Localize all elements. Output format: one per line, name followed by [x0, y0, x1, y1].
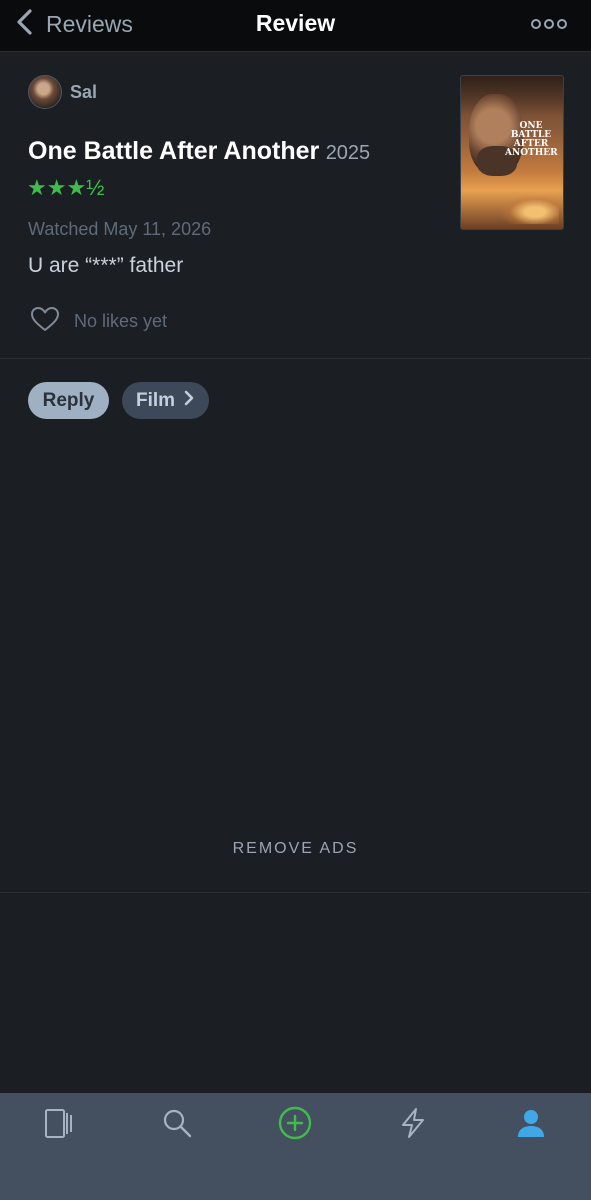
more-options-button[interactable] [531, 16, 567, 32]
poster-road [499, 194, 559, 224]
avatar[interactable] [28, 75, 62, 109]
reply-label: Reply [42, 389, 95, 411]
film-poster[interactable]: ONE BATTLE AFTER ANOTHER [460, 75, 564, 230]
like-row[interactable]: No likes yet [30, 306, 167, 337]
likes-count: No likes yet [74, 311, 168, 331]
tab-search[interactable] [157, 1105, 197, 1145]
author-name[interactable]: Sal [70, 82, 97, 103]
review-text: U are “***” father [28, 254, 184, 277]
rating-stars: ★★★½ [27, 175, 105, 200]
remove-ads-link[interactable]: REMOVE ADS [0, 840, 591, 858]
heart-icon[interactable] [30, 306, 60, 337]
top-nav-bar: Reviews Review [0, 0, 591, 52]
films-icon [42, 1106, 76, 1145]
reply-button[interactable]: Reply [28, 382, 109, 419]
chevron-right-icon [175, 389, 195, 413]
more-dot-icon [544, 19, 554, 29]
film-title[interactable]: One Battle After Another [28, 137, 319, 165]
page-title: Review [255, 10, 336, 36]
bottom-tab-bar [0, 1093, 591, 1200]
film-heading: One Battle After Another 2025 [28, 137, 370, 166]
more-dot-icon [531, 19, 541, 29]
profile-icon [514, 1106, 548, 1145]
tab-add[interactable] [275, 1105, 315, 1145]
more-dot-icon [557, 19, 567, 29]
film-label: Film [135, 389, 176, 411]
search-icon [160, 1106, 194, 1145]
film-button[interactable]: Film [122, 382, 209, 419]
tab-activity[interactable] [393, 1105, 433, 1145]
film-year: 2025 [325, 142, 371, 164]
tab-profile[interactable] [511, 1105, 551, 1145]
divider [0, 892, 591, 893]
poster-title-text: ONE BATTLE AFTER ANOTHER [505, 121, 558, 158]
activity-icon [396, 1106, 430, 1145]
review-card: Sal One Battle After Another 2025 ★★★½ W… [0, 53, 591, 359]
tab-films[interactable] [39, 1105, 79, 1145]
watched-date: Watched May 11, 2026 [28, 219, 212, 239]
review-author[interactable]: Sal [28, 75, 97, 109]
add-icon [278, 1106, 312, 1145]
